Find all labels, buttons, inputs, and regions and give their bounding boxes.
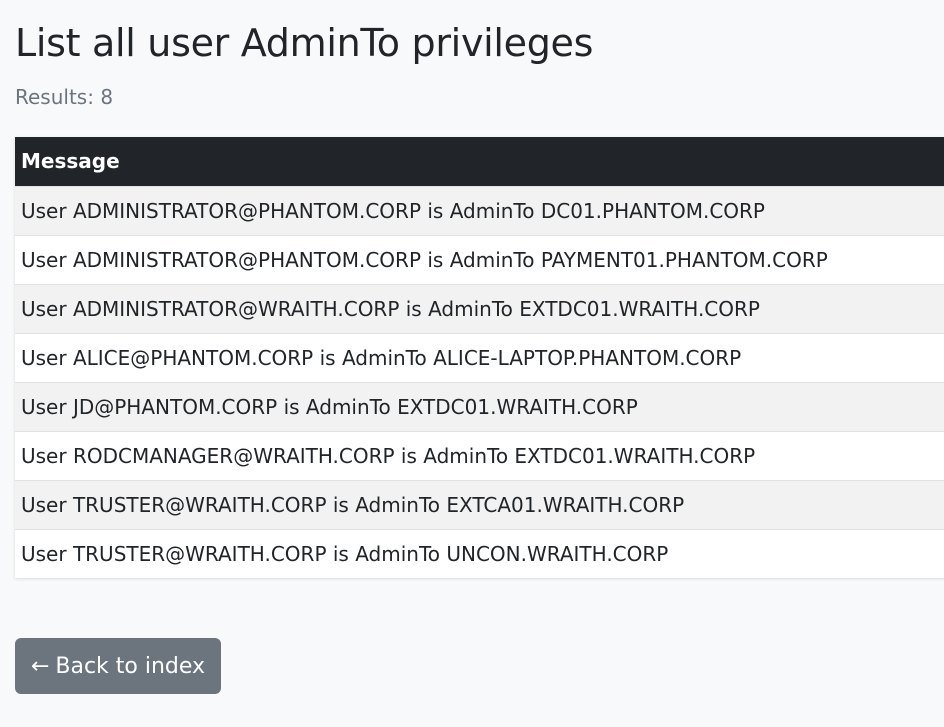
table-row: User TRUSTER@WRAITH.CORP is AdminTo EXTC… — [15, 479, 944, 529]
table-row: User ALICE@PHANTOM.CORP is AdminTo ALICE… — [15, 332, 944, 382]
table-cell-message: User ADMINISTRATOR@PHANTOM.CORP is Admin… — [15, 234, 944, 284]
column-header-message: Message — [15, 137, 944, 186]
back-button-label: Back to index — [55, 653, 206, 679]
table-cell-message: User JD@PHANTOM.CORP is AdminTo EXTDC01.… — [15, 381, 944, 431]
page: List all user AdminTo privileges Results… — [0, 0, 944, 727]
results-table: Message User ADMINISTRATOR@PHANTOM.CORP … — [15, 137, 944, 578]
table-row: User TRUSTER@WRAITH.CORP is AdminTo UNCO… — [15, 528, 944, 578]
table-row: User RODCMANAGER@WRAITH.CORP is AdminTo … — [15, 430, 944, 480]
table-cell-message: User ADMINISTRATOR@WRAITH.CORP is AdminT… — [15, 283, 944, 333]
table-header-row: Message — [15, 137, 944, 186]
table-row: User ADMINISTRATOR@PHANTOM.CORP is Admin… — [15, 185, 944, 235]
results-table-container: Message User ADMINISTRATOR@PHANTOM.CORP … — [15, 137, 944, 578]
table-cell-message: User RODCMANAGER@WRAITH.CORP is AdminTo … — [15, 430, 944, 480]
results-count: Results: 8 — [15, 85, 114, 109]
left-arrow-icon: ← — [30, 653, 50, 679]
table-cell-message: User TRUSTER@WRAITH.CORP is AdminTo UNCO… — [15, 528, 944, 578]
page-title: List all user AdminTo privileges — [15, 21, 594, 65]
table-row: User ADMINISTRATOR@WRAITH.CORP is AdminT… — [15, 283, 944, 333]
table-row: User JD@PHANTOM.CORP is AdminTo EXTDC01.… — [15, 381, 944, 431]
back-to-index-button[interactable]: ← Back to index — [15, 638, 221, 694]
table-row: User ADMINISTRATOR@PHANTOM.CORP is Admin… — [15, 234, 944, 284]
table-cell-message: User ADMINISTRATOR@PHANTOM.CORP is Admin… — [15, 185, 944, 235]
table-cell-message: User TRUSTER@WRAITH.CORP is AdminTo EXTC… — [15, 479, 944, 529]
table-cell-message: User ALICE@PHANTOM.CORP is AdminTo ALICE… — [15, 332, 944, 382]
